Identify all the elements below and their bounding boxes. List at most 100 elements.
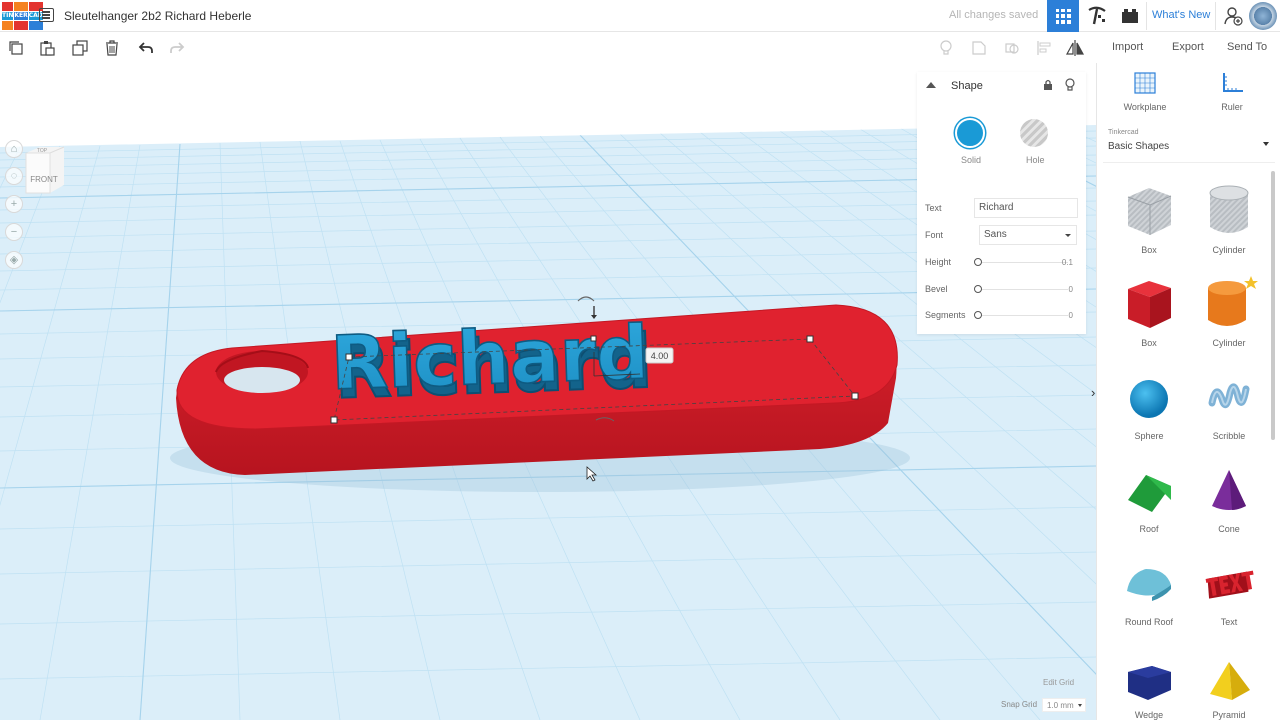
duplicate-button[interactable] bbox=[69, 33, 91, 63]
segments-value[interactable]: 0 bbox=[1069, 311, 1073, 320]
shape-box-hole[interactable]: Box bbox=[1114, 183, 1184, 263]
pickaxe-icon bbox=[1088, 6, 1106, 25]
group-button[interactable] bbox=[968, 33, 990, 63]
paste-button[interactable] bbox=[36, 33, 58, 63]
shape-text[interactable]: Text bbox=[1194, 555, 1264, 635]
3d-view-button[interactable] bbox=[1047, 0, 1079, 32]
user-avatar[interactable] bbox=[1249, 2, 1277, 30]
zoom-out-button[interactable]: − bbox=[5, 223, 23, 241]
workplane-icon bbox=[1134, 72, 1156, 94]
panel-toggle-chevron-icon[interactable]: › bbox=[1091, 385, 1095, 400]
hole-label: Hole bbox=[1026, 155, 1045, 165]
tinkercad-logo[interactable]: TIN KER CAD bbox=[2, 2, 43, 30]
bevel-slider-knob[interactable] bbox=[974, 285, 982, 293]
duplicate-icon bbox=[72, 40, 88, 56]
visibility-bulb-icon[interactable] bbox=[1065, 78, 1075, 91]
send-to-button[interactable]: Send To bbox=[1227, 41, 1267, 53]
add-user-button[interactable] bbox=[1219, 0, 1247, 32]
blocks-button[interactable] bbox=[1081, 0, 1113, 32]
home-view-button[interactable]: ⌂ bbox=[5, 140, 23, 158]
top-bar: TIN KER CAD Sleutelhanger 2b2 Richard He… bbox=[0, 0, 1280, 32]
shape-cone[interactable]: Cone bbox=[1194, 462, 1264, 542]
shape-sphere[interactable]: Sphere bbox=[1114, 369, 1184, 449]
shape-label: Cone bbox=[1218, 524, 1240, 534]
shape-round-roof[interactable]: Round Roof bbox=[1114, 555, 1184, 635]
shape-box[interactable]: Box bbox=[1114, 276, 1184, 356]
add-user-icon bbox=[1224, 7, 1243, 26]
copy-button[interactable] bbox=[5, 33, 27, 63]
bevel-slider-track[interactable] bbox=[978, 289, 1068, 290]
collapse-inspector-icon[interactable] bbox=[926, 82, 936, 88]
resize-handle[interactable] bbox=[851, 392, 859, 400]
delete-button[interactable] bbox=[101, 33, 123, 63]
group-icon bbox=[972, 41, 986, 55]
mirror-button[interactable] bbox=[1064, 33, 1086, 63]
height-slider-knob[interactable] bbox=[974, 258, 982, 266]
segments-slider-track[interactable] bbox=[978, 315, 1068, 316]
shape-cylinder-hole[interactable]: Cylinder bbox=[1194, 183, 1264, 263]
library-selector[interactable]: Tinkercad Basic Shapes bbox=[1103, 123, 1275, 163]
cylinder-orange-icon bbox=[1208, 276, 1258, 326]
hole-button[interactable] bbox=[1020, 119, 1048, 147]
align-button[interactable] bbox=[1033, 33, 1055, 63]
shape-label: Text bbox=[1220, 617, 1238, 627]
font-param-label: Font bbox=[925, 230, 944, 240]
inspector-title: Shape bbox=[951, 80, 983, 92]
shape-label: Round Roof bbox=[1124, 617, 1174, 627]
zoom-in-button[interactable]: + bbox=[5, 195, 23, 213]
snap-grid-label: Snap Grid bbox=[1001, 700, 1038, 709]
shape-label: Pyramid bbox=[1212, 710, 1246, 720]
whats-new-link[interactable]: What's New bbox=[1152, 9, 1210, 21]
design-menu-icon[interactable] bbox=[39, 8, 54, 22]
height-value[interactable]: 0.1 bbox=[1062, 258, 1073, 267]
snap-grid-select[interactable]: 1.0 mm bbox=[1042, 698, 1086, 712]
resize-handle[interactable] bbox=[330, 416, 338, 424]
bricks-button[interactable] bbox=[1115, 0, 1145, 32]
viewcube-top-label: TOP bbox=[37, 148, 48, 154]
logo-text-1: TIN bbox=[2, 11, 14, 21]
text-3d-object[interactable]: Richard bbox=[329, 309, 652, 408]
font-select[interactable]: Sans bbox=[979, 225, 1077, 245]
import-button[interactable]: Import bbox=[1112, 41, 1143, 53]
segments-slider-knob[interactable] bbox=[974, 311, 982, 319]
height-handle[interactable] bbox=[590, 335, 597, 342]
notes-button[interactable] bbox=[936, 33, 956, 63]
bevel-value[interactable]: 0 bbox=[1069, 285, 1073, 294]
fit-view-button[interactable]: ◌ bbox=[5, 167, 23, 185]
export-button[interactable]: Export bbox=[1172, 41, 1204, 53]
box-red-icon bbox=[1128, 281, 1171, 328]
shape-label: Box bbox=[1141, 245, 1157, 255]
chevron-down-icon bbox=[1263, 142, 1269, 146]
ungroup-button[interactable] bbox=[1001, 33, 1023, 63]
bevel-param-label: Bevel bbox=[925, 284, 948, 294]
redo-button[interactable] bbox=[166, 33, 188, 63]
ruler-tool[interactable]: Ruler bbox=[1202, 71, 1262, 112]
undo-icon bbox=[138, 42, 153, 53]
shape-roof[interactable]: Roof bbox=[1114, 462, 1184, 542]
inspector-header: Shape bbox=[917, 72, 1086, 100]
solid-color-button[interactable] bbox=[955, 118, 985, 148]
shape-pyramid[interactable]: Pyramid bbox=[1194, 648, 1264, 720]
resize-handle[interactable] bbox=[806, 335, 814, 343]
lock-icon[interactable] bbox=[1043, 79, 1053, 91]
cone-icon bbox=[1212, 470, 1246, 510]
sidebar-scrollbar[interactable] bbox=[1271, 171, 1275, 440]
pyramid-icon bbox=[1210, 662, 1250, 700]
shape-cylinder[interactable]: Cylinder bbox=[1194, 276, 1264, 356]
text-param-input[interactable]: Richard bbox=[974, 198, 1078, 218]
document-title[interactable]: Sleutelhanger 2b2 Richard Heberle bbox=[64, 9, 251, 23]
undo-button[interactable] bbox=[135, 33, 157, 63]
edit-grid-button[interactable]: Edit Grid bbox=[1043, 678, 1074, 687]
shape-label: Cylinder bbox=[1212, 338, 1246, 348]
segments-param-label: Segments bbox=[925, 310, 966, 320]
resize-handle[interactable] bbox=[345, 353, 353, 361]
height-slider-track[interactable] bbox=[978, 262, 1068, 263]
trash-icon bbox=[106, 40, 118, 56]
text-icon bbox=[1205, 570, 1254, 599]
shape-wedge[interactable]: Wedge bbox=[1114, 648, 1184, 720]
height-param-label: Height bbox=[925, 257, 952, 267]
workplane-tool[interactable]: Workplane bbox=[1115, 71, 1175, 112]
shape-scribble[interactable]: Scribble bbox=[1194, 369, 1264, 449]
cylinder-hole-icon bbox=[1209, 185, 1249, 233]
ortho-toggle-button[interactable]: ◈ bbox=[5, 251, 23, 269]
